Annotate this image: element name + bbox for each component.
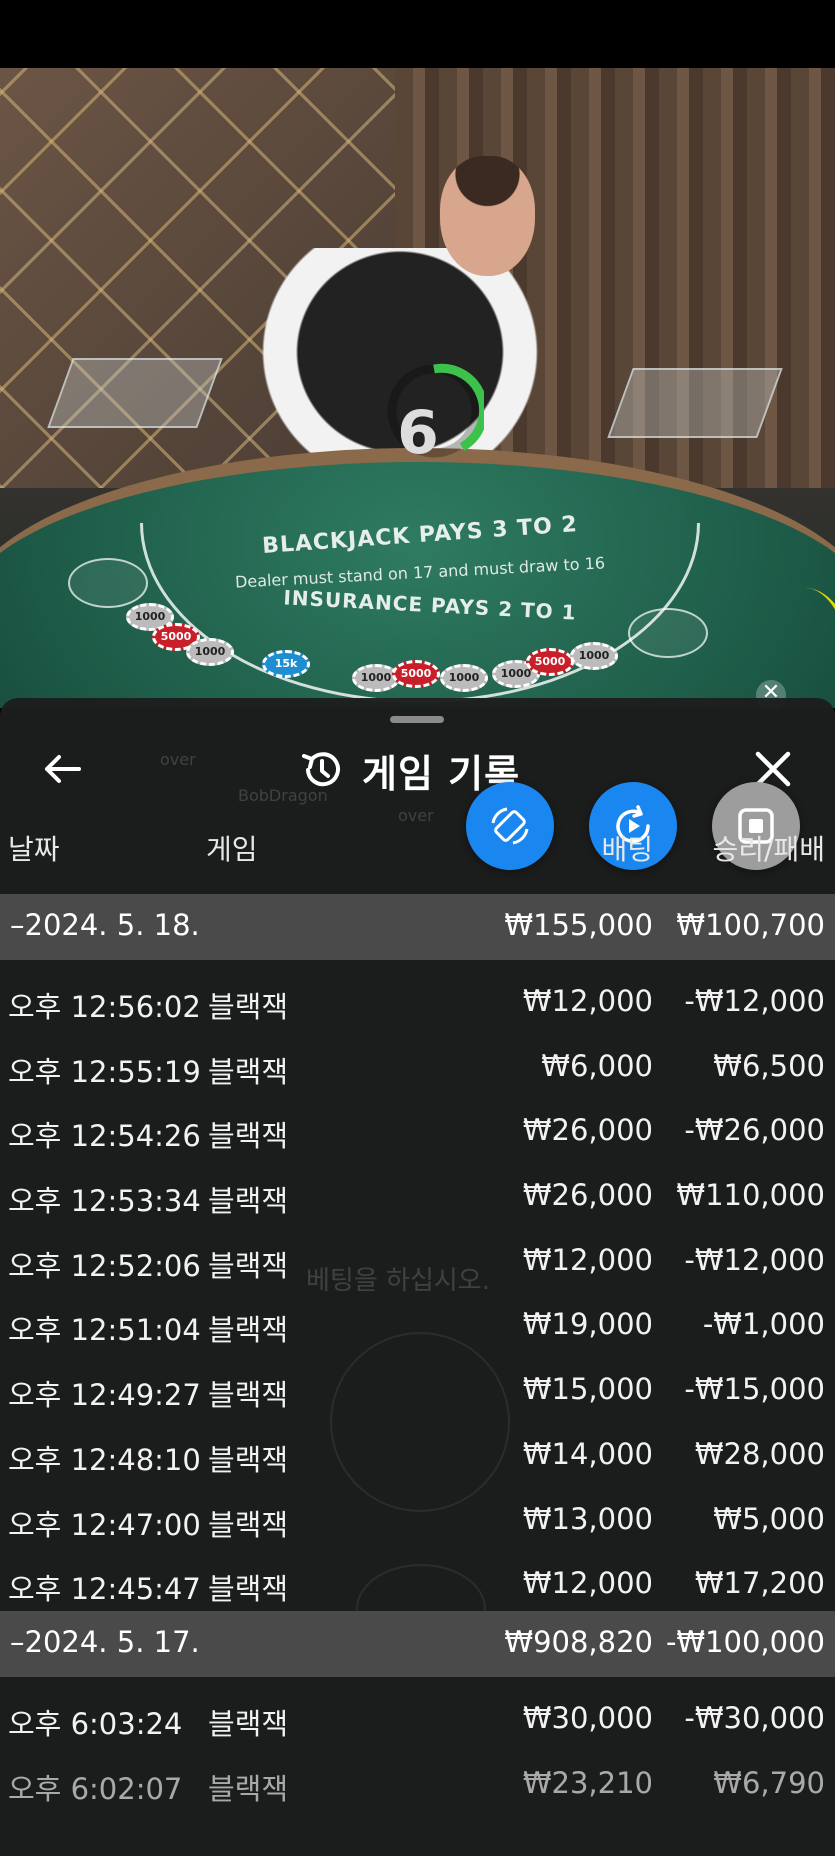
history-row[interactable]: 오후 6:03:24 블랙잭 ₩30,000 -₩30,000: [0, 1681, 835, 1746]
row-time: 오후 6:03:24: [8, 1706, 183, 1741]
seat-right: [628, 608, 708, 658]
chip: 15k: [262, 650, 310, 678]
row-win-loss: ₩17,200: [694, 1566, 825, 1601]
row-bet: ₩12,000: [522, 1566, 653, 1601]
row-time: 오후 12:52:06: [8, 1248, 201, 1283]
row-bet: ₩14,000: [522, 1436, 653, 1471]
row-bet: ₩26,000: [522, 1178, 653, 1213]
row-game: 블랙잭: [208, 1378, 289, 1413]
column-date: 날짜: [8, 833, 60, 866]
history-row[interactable]: 오후 12:56:02 블랙잭 ₩12,000 -₩12,000: [0, 964, 835, 1029]
row-bet: ₩23,210: [522, 1765, 653, 1800]
group-bet-total: ₩155,000: [504, 908, 653, 942]
group-win-loss-total: ₩100,700: [676, 908, 825, 942]
column-win-loss: 승리/패배: [712, 833, 825, 866]
row-win-loss: -₩26,000: [684, 1113, 825, 1148]
row-win-loss: -₩12,000: [684, 984, 825, 1018]
row-bet: ₩15,000: [522, 1372, 653, 1407]
row-bet: ₩19,000: [522, 1307, 653, 1342]
history-icon: [302, 752, 340, 787]
history-row[interactable]: 오후 6:02:07 블랙잭 ₩23,210 ₩6,790: [0, 1746, 835, 1811]
column-bet: 배팅: [601, 833, 653, 866]
row-time: 오후 6:02:07: [8, 1771, 183, 1806]
row-game: 블랙잭: [208, 1442, 289, 1477]
card-shoe-right: [607, 368, 783, 438]
ghost-over-left: over: [160, 750, 196, 769]
row-time: 오후 12:51:04: [8, 1313, 201, 1348]
row-bet: ₩12,000: [522, 984, 653, 1018]
row-game: 블랙잭: [208, 1706, 289, 1741]
row-win-loss: ₩5,000: [713, 1501, 825, 1536]
row-time: 오후 12:45:47: [8, 1572, 201, 1607]
row-time: 오후 12:47:00: [8, 1507, 201, 1542]
chip: 5000: [392, 660, 440, 688]
chip: 1000: [570, 642, 618, 670]
chip: 1000: [186, 638, 234, 666]
row-time: 오후 12:53:34: [8, 1184, 201, 1219]
row-game: 블랙잭: [208, 1054, 289, 1089]
drag-handle[interactable]: [390, 716, 444, 723]
row-bet: ₩13,000: [522, 1501, 653, 1536]
row-time: 오후 12:54:26: [8, 1119, 201, 1154]
group-bet-total: ₩908,820: [504, 1624, 653, 1659]
group-win-loss-total: -₩100,000: [665, 1624, 825, 1659]
chip: 5000: [526, 648, 574, 676]
row-game: 블랙잭: [208, 1248, 289, 1283]
card-shoe-left: [47, 358, 223, 428]
row-win-loss: -₩1,000: [702, 1307, 825, 1342]
game-history-panel: over BobDragon over 베팅을 하십시오. 게임 기록 날짜 게…: [0, 698, 835, 1856]
history-row[interactable]: 오후 12:48:10 블랙잭 ₩14,000 ₩28,000: [0, 1417, 835, 1482]
history-row[interactable]: 오후 12:53:34 블랙잭 ₩26,000 ₩110,000: [0, 1158, 835, 1223]
row-game: 블랙잭: [208, 1313, 289, 1348]
column-header: 날짜 게임 배팅 승리/패배: [0, 816, 835, 876]
column-game: 게임: [206, 833, 258, 866]
row-game: 블랙잭: [208, 1184, 289, 1219]
row-game: 블랙잭: [208, 1507, 289, 1542]
history-row[interactable]: 오후 12:52:06 블랙잭 ₩12,000 -₩12,000: [0, 1223, 835, 1288]
arrow-left-icon: [45, 755, 81, 783]
row-game: 블랙잭: [208, 1572, 289, 1607]
row-time: 오후 12:49:27: [8, 1378, 201, 1413]
history-row[interactable]: 오후 12:49:27 블랙잭 ₩15,000 -₩15,000: [0, 1352, 835, 1417]
dealer-head: [440, 156, 535, 276]
row-time: 오후 12:48:10: [8, 1442, 201, 1477]
history-row[interactable]: 오후 12:47:00 블랙잭 ₩13,000 ₩5,000: [0, 1482, 835, 1547]
history-row[interactable]: 오후 12:54:26 블랙잭 ₩26,000 -₩26,000: [0, 1093, 835, 1158]
chip: 1000: [440, 664, 488, 692]
history-row[interactable]: 오후 12:55:19 블랙잭 ₩6,000 ₩6,500: [0, 1029, 835, 1094]
row-bet: ₩26,000: [522, 1113, 653, 1148]
history-row[interactable]: 오후 12:51:04 블랙잭 ₩19,000 -₩1,000: [0, 1287, 835, 1352]
live-video: BLACKJACK PAYS 3 TO 2 Dealer must stand …: [0, 68, 835, 708]
row-time: 오후 12:55:19: [8, 1054, 201, 1089]
row-bet: ₩30,000: [522, 1700, 653, 1735]
row-win-loss: ₩28,000: [694, 1436, 825, 1471]
row-win-loss: ₩6,790: [713, 1765, 825, 1800]
back-button[interactable]: [40, 746, 86, 792]
history-row[interactable]: 오후 12:45:47 블랙잭 ₩12,000 ₩17,200: [0, 1546, 835, 1611]
row-game: 블랙잭: [208, 990, 289, 1024]
row-game: 블랙잭: [208, 1119, 289, 1154]
row-win-loss: ₩110,000: [676, 1178, 825, 1213]
row-win-loss: -₩12,000: [684, 1242, 825, 1277]
row-win-loss: -₩30,000: [684, 1700, 825, 1735]
countdown-number: 6: [397, 398, 439, 468]
row-time: 오후 12:56:02: [8, 990, 201, 1024]
group-date: –2024. 5. 17.: [10, 1624, 200, 1659]
row-win-loss: -₩15,000: [684, 1372, 825, 1407]
date-group-header[interactable]: –2024. 5. 18. ₩155,000 ₩100,700: [0, 894, 835, 960]
row-game: 블랙잭: [208, 1771, 289, 1806]
row-bet: ₩6,000: [541, 1048, 653, 1083]
seat-left: [68, 558, 148, 608]
history-list: –2024. 5. 18. ₩155,000 ₩100,700 오후 12:56…: [0, 894, 835, 1810]
row-bet: ₩12,000: [522, 1242, 653, 1277]
row-win-loss: ₩6,500: [713, 1048, 825, 1083]
date-group-header[interactable]: –2024. 5. 17. ₩908,820 -₩100,000: [0, 1610, 835, 1677]
group-date: –2024. 5. 18.: [10, 908, 200, 942]
